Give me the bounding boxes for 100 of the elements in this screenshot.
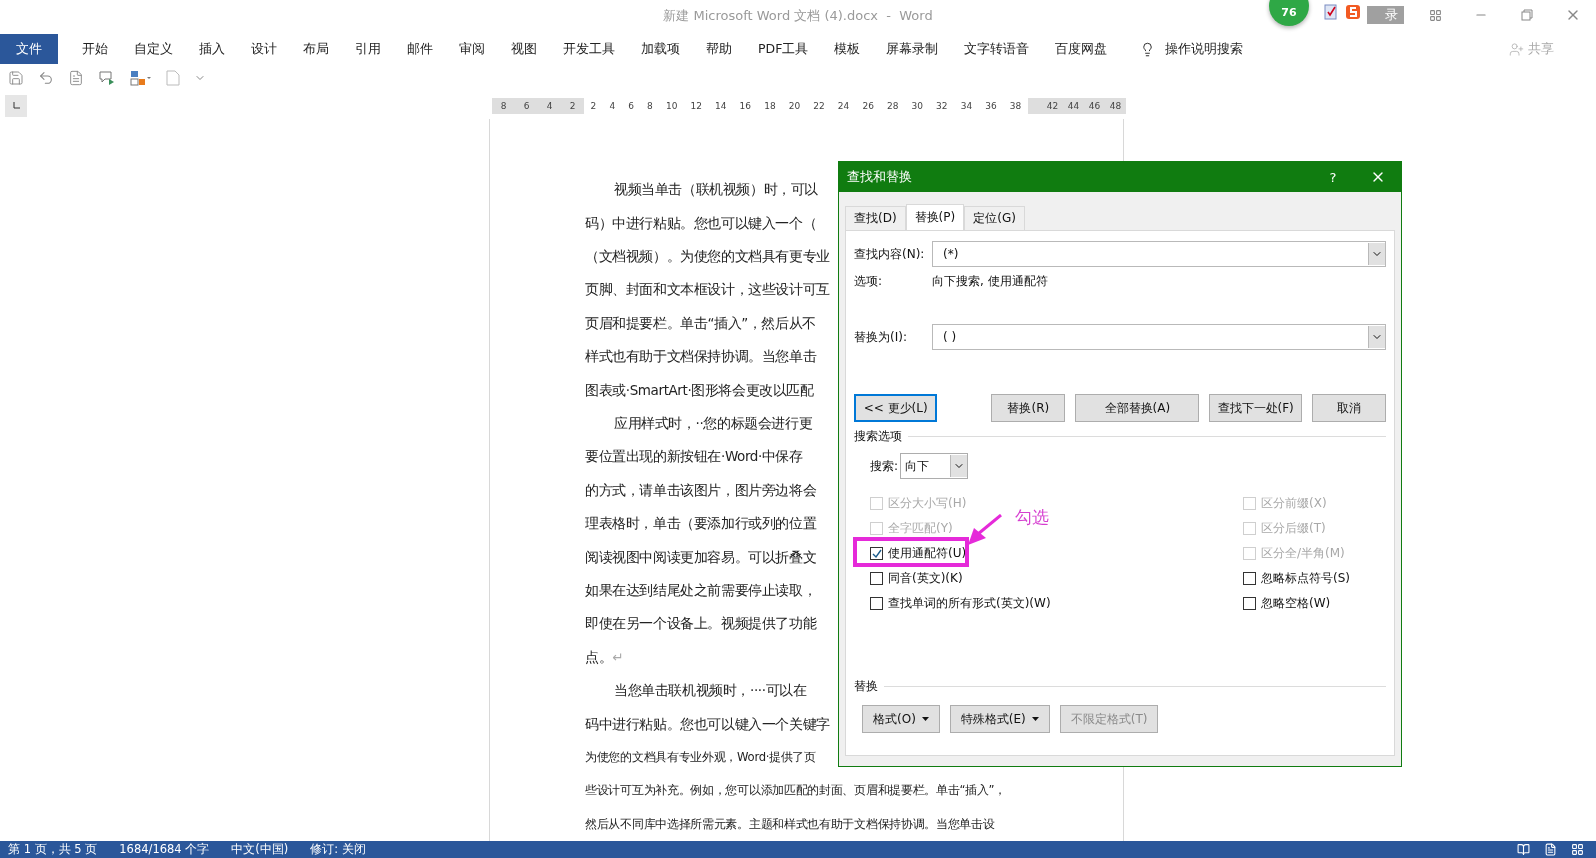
print-layout-icon[interactable] bbox=[1544, 843, 1557, 857]
checkbox-label: 区分大小写(H) bbox=[888, 495, 967, 512]
ribbon-tab[interactable]: 自定义 bbox=[121, 34, 186, 64]
ruler-number: 22 bbox=[813, 100, 825, 111]
text-line: 些设计可互为补充。例如，您可以添加匹配的封面、页眉和提要栏。单击“插入”， bbox=[585, 782, 1006, 800]
checkbox-label: 忽略空格(W) bbox=[1261, 595, 1331, 612]
direction-select[interactable]: 向下 bbox=[900, 453, 969, 479]
text-line: 应用样式时，··您的标题会进行更 bbox=[613, 414, 813, 433]
read-mode-icon[interactable] bbox=[1517, 843, 1530, 857]
file-tab[interactable]: 文件 bbox=[0, 34, 58, 64]
save-icon[interactable] bbox=[8, 70, 24, 87]
text-line: 码中进行粘贴。您也可以键入一个关键字 bbox=[585, 714, 830, 734]
ribbon-tab[interactable]: 开始 bbox=[69, 34, 121, 64]
status-item: 第 1 页，共 5 页 bbox=[8, 842, 98, 858]
dialog-title: 查找和替换 bbox=[847, 168, 913, 186]
ribbon-tab[interactable]: PDF工具 bbox=[745, 34, 822, 64]
web-layout-icon[interactable] bbox=[1571, 843, 1584, 857]
checkbox[interactable] bbox=[870, 547, 883, 560]
ruler-number: 32 bbox=[936, 100, 948, 111]
dialog-button[interactable]: 替换(R) bbox=[991, 394, 1066, 422]
help-button[interactable]: ? bbox=[1311, 168, 1355, 186]
field-label: 查找内容(N): bbox=[854, 245, 926, 263]
find-field[interactable]: (*) bbox=[932, 241, 1386, 267]
ruler-number: 46 bbox=[1088, 100, 1101, 111]
section-heading: 搜索选项 bbox=[854, 428, 902, 445]
ribbon-tab[interactable]: 审阅 bbox=[446, 34, 498, 64]
checkbox[interactable] bbox=[1243, 597, 1256, 610]
ribbon-tab[interactable]: 文字转语音 bbox=[951, 34, 1043, 64]
ruler-number: 30 bbox=[911, 100, 923, 111]
score-badge: 76 bbox=[1269, 0, 1309, 26]
ribbon-tab[interactable]: 模板 bbox=[821, 34, 874, 64]
checkbox-label: 区分后缀(T) bbox=[1261, 520, 1326, 537]
ribbon-tab[interactable]: 邮件 bbox=[394, 34, 446, 64]
ruler-number: 24 bbox=[837, 100, 850, 111]
ribbon-tab[interactable]: 百度网盘 bbox=[1042, 34, 1121, 64]
ruler-number: 16 bbox=[739, 100, 752, 111]
tell-me-search[interactable]: 操作说明搜索 bbox=[1134, 39, 1250, 59]
caret-icon bbox=[1031, 717, 1039, 721]
ribbon-tab[interactable]: 加载项 bbox=[628, 34, 693, 64]
ruler-number: 42 bbox=[1046, 100, 1059, 111]
dialog-tab[interactable]: 查找(D) bbox=[845, 206, 906, 230]
ruler-number: 26 bbox=[862, 100, 874, 111]
dialog-button[interactable]: 全部替换(A) bbox=[1075, 394, 1200, 422]
dialog-button[interactable]: 查找下一处(F) bbox=[1209, 394, 1302, 422]
ribbon-tab[interactable]: 开发工具 bbox=[550, 34, 628, 64]
undo-icon[interactable] bbox=[38, 70, 54, 87]
ruler-number: 6 bbox=[628, 100, 634, 111]
ruler-number: 44 bbox=[1067, 100, 1080, 111]
ribbon-tab[interactable]: 视图 bbox=[498, 34, 550, 64]
ribbon-tab[interactable]: 插入 bbox=[186, 34, 238, 64]
ribbon-tab[interactable]: 设计 bbox=[238, 34, 290, 64]
ruler-number: 36 bbox=[985, 100, 997, 111]
dialog-tab[interactable]: 定位(G) bbox=[964, 206, 1025, 230]
ribbon-tab[interactable]: 引用 bbox=[342, 34, 394, 64]
dialog-button: 不限定格式(T) bbox=[1059, 705, 1159, 733]
options-text: 向下搜索, 使用通配符 bbox=[932, 273, 1048, 290]
ribbon-tab[interactable]: 屏幕录制 bbox=[873, 34, 952, 64]
section-heading: 替换 bbox=[854, 678, 878, 695]
field-label: 替换为(I): bbox=[854, 328, 908, 346]
checkbox-label: 同音(英文)(K) bbox=[888, 570, 963, 587]
new-page-icon[interactable] bbox=[166, 70, 180, 87]
dialog-button[interactable]: << 更少(L) bbox=[854, 394, 938, 422]
text-line: 点。↵ bbox=[585, 647, 624, 667]
text-line: 即使在另一个设备上。视频提供了功能 bbox=[585, 614, 817, 634]
checkbox-label: 使用通配符(U) bbox=[888, 545, 967, 562]
checkbox[interactable] bbox=[870, 597, 883, 610]
dialog-tab[interactable]: 替换(P) bbox=[905, 204, 965, 230]
ribbon-tab[interactable]: 布局 bbox=[290, 34, 342, 64]
text-line: 视频当单击（联机视频）时，可以 bbox=[613, 180, 818, 200]
tab-stop-selector[interactable] bbox=[5, 94, 27, 117]
dialog-button[interactable]: 格式(O) bbox=[862, 705, 940, 733]
annotation-arrow bbox=[966, 514, 1002, 546]
text-line: 当您单击联机视频时，····可以在 bbox=[613, 681, 807, 701]
ruler-number: 48 bbox=[1109, 100, 1122, 111]
ruler-number: 20 bbox=[788, 100, 801, 111]
field-label: 搜索: bbox=[870, 457, 899, 475]
checkbox[interactable] bbox=[870, 572, 883, 585]
document-check-icon[interactable] bbox=[1323, 4, 1339, 20]
status-item: 1684/1684 个字 bbox=[119, 842, 210, 858]
person-add-icon bbox=[1509, 41, 1524, 57]
layout-icon[interactable] bbox=[130, 70, 152, 87]
ruler-number: 34 bbox=[960, 100, 973, 111]
ruler-number: 6 bbox=[523, 100, 530, 111]
input-method-icon[interactable] bbox=[1345, 4, 1361, 20]
text-line: 理表格时，单击（要添加行或列的位置 bbox=[585, 514, 817, 534]
ribbon-tab[interactable]: 帮助 bbox=[693, 34, 745, 64]
checkbox[interactable] bbox=[1243, 572, 1256, 585]
checkbox-label: 全字匹配(Y) bbox=[888, 520, 953, 537]
text-line: 然后从不同库中选择所需元素。主题和样式也有助于文档保持协调。当您单击设 bbox=[585, 815, 995, 833]
annotation-text: 勾选 bbox=[1015, 506, 1049, 529]
dialog-button[interactable]: 特殊格式(E) bbox=[949, 705, 1050, 733]
text-line: 要位置出现的新按钮在·Word·中保存 bbox=[585, 447, 803, 467]
ruler-number: 18 bbox=[764, 100, 776, 111]
text-line: 为使您的文档具有专业外观，Word·提供了页 bbox=[585, 748, 816, 766]
comment-icon[interactable] bbox=[98, 70, 116, 87]
replace-field[interactable]: ( ) bbox=[932, 324, 1386, 350]
caret-icon bbox=[921, 717, 929, 721]
checkbox-label: 区分全/半角(M) bbox=[1261, 545, 1345, 562]
dialog-button[interactable]: 取消 bbox=[1312, 394, 1386, 422]
ruler-number: 4 bbox=[546, 100, 553, 111]
